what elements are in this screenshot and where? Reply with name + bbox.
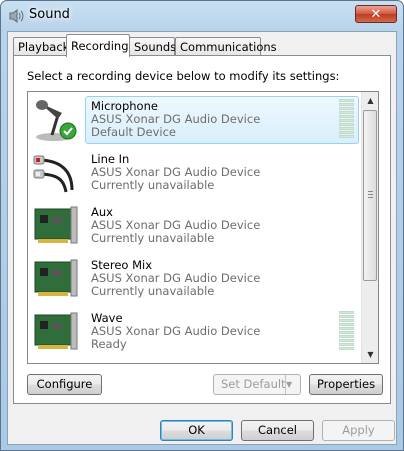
scrollbar-thumb[interactable] — [363, 110, 377, 281]
scroll-down-icon[interactable]: ▼ — [362, 346, 378, 363]
device-item-stereo-mix[interactable]: Stereo Mix ASUS Xonar DG Audio Device Cu… — [28, 253, 362, 306]
sound-dialog: Sound ✕ Playback Recording Sounds Commun… — [0, 0, 404, 451]
vertical-scrollbar[interactable]: ▲ ▼ — [361, 92, 378, 363]
microphone-icon — [36, 100, 77, 141]
recording-panel: Select a recording device below to modif… — [13, 55, 391, 404]
device-item-aux[interactable]: Aux ASUS Xonar DG Audio Device Currently… — [28, 200, 362, 253]
device-status: Currently unavailable — [91, 231, 215, 245]
device-item-wave[interactable]: Wave ASUS Xonar DG Audio Device Ready — [28, 306, 362, 359]
device-status: Default Device — [91, 125, 177, 139]
sound-card-icon — [34, 312, 78, 350]
set-default-button[interactable]: Set Default ▼ — [213, 374, 301, 395]
device-text: Aux ASUS Xonar DG Audio Device Currently… — [91, 206, 260, 245]
device-status: Currently unavailable — [91, 284, 215, 298]
configure-button[interactable]: Configure — [27, 374, 102, 395]
ok-button[interactable]: OK — [160, 420, 233, 441]
speaker-icon — [9, 9, 24, 23]
instruction-text: Select a recording device below to modif… — [27, 69, 340, 83]
device-text: Wave ASUS Xonar DG Audio Device Ready — [91, 312, 260, 351]
device-text: Stereo Mix ASUS Xonar DG Audio Device Cu… — [91, 259, 260, 298]
device-status: Currently unavailable — [91, 178, 215, 192]
sound-card-icon — [34, 259, 78, 297]
close-icon: ✕ — [370, 6, 382, 22]
device-item-microphone[interactable]: Microphone ASUS Xonar DG Audio Device De… — [28, 94, 362, 147]
level-meter — [339, 99, 354, 141]
dropdown-arrow-icon[interactable]: ▼ — [285, 375, 300, 394]
level-meter — [339, 311, 354, 353]
device-item-line-in[interactable]: Line In ASUS Xonar DG Audio Device Curre… — [28, 147, 362, 200]
device-list[interactable]: Microphone ASUS Xonar DG Audio Device De… — [27, 91, 379, 364]
tab-sounds[interactable]: Sounds — [129, 37, 176, 56]
set-default-label: Set Default — [221, 377, 286, 391]
dialog-client-area: Playback Recording Sounds Communications… — [7, 31, 397, 445]
tab-recording[interactable]: Recording — [66, 34, 130, 57]
window-title: Sound — [29, 7, 70, 22]
device-text: Microphone ASUS Xonar DG Audio Device De… — [91, 100, 260, 139]
properties-button[interactable]: Properties — [309, 374, 383, 395]
device-status: Ready — [91, 337, 127, 351]
device-text: Line In ASUS Xonar DG Audio Device Curre… — [91, 153, 260, 192]
line-in-cable-icon — [33, 155, 74, 193]
cancel-button[interactable]: Cancel — [241, 420, 314, 441]
title-bar[interactable]: Sound ✕ — [1, 1, 403, 31]
tab-playback[interactable]: Playback — [13, 37, 69, 56]
scroll-up-icon[interactable]: ▲ — [362, 92, 378, 109]
sound-card-icon — [34, 206, 78, 244]
close-button[interactable]: ✕ — [355, 5, 397, 23]
apply-button[interactable]: Apply — [322, 420, 395, 441]
tab-communications[interactable]: Communications — [175, 37, 277, 56]
